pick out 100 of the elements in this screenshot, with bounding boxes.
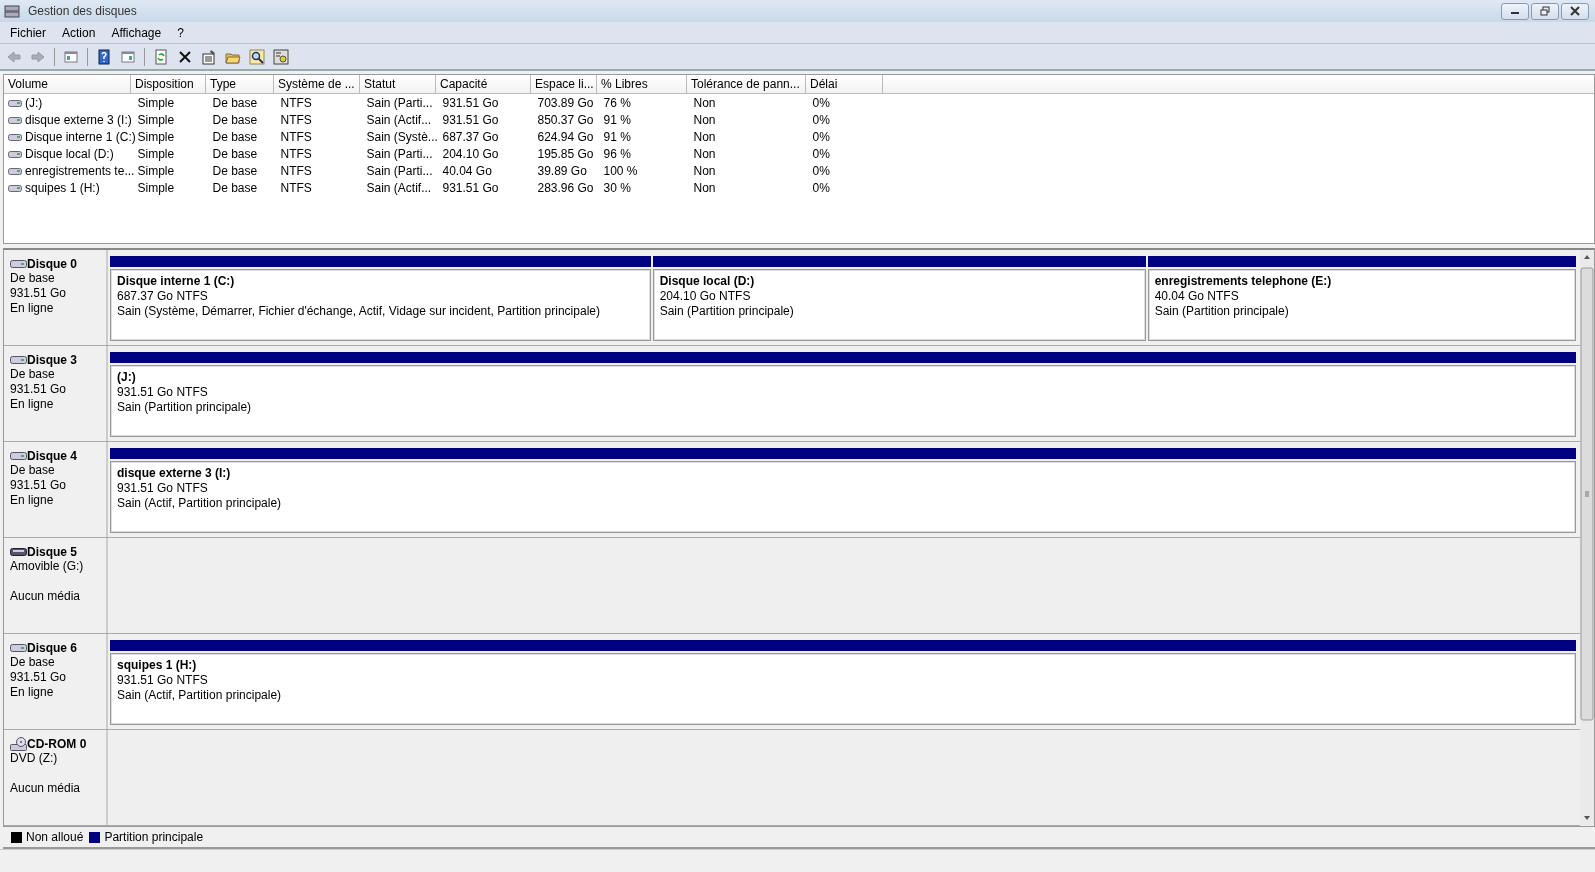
partition-name: (J:) [117,370,137,385]
partition-box[interactable]: Disque local (D:) 204.10 Go NTFS Sain (Partition principale) [652,269,1146,341]
window-title: Gestion des disques [28,4,137,18]
menu-item[interactable]: Action [56,25,102,40]
table-cell: Disque interne 1 (C:) [25,129,136,144]
column-header[interactable]: Type [205,75,274,94]
partition-status: Sain (Actif, Partition principale) [117,496,283,511]
table-cell: De base [212,163,258,178]
refresh-icon [153,48,169,65]
disk-name: Disque 0 [27,257,77,271]
column-header[interactable]: Volume [4,75,131,94]
disk-detail: De base [10,463,56,478]
table-cell: 39.89 Go [537,163,587,178]
table-cell: NTFS [280,180,312,195]
table-cell: Non [693,163,716,178]
drive-icon [8,98,22,109]
minimize-button[interactable] [1501,2,1529,20]
table-cell: 0% [812,146,830,161]
cd-drive-icon [10,737,27,751]
table-cell: Simple [137,180,175,195]
column-header[interactable]: Disposition [130,75,206,94]
disk-management-icon [4,4,20,18]
restore-icon [1540,6,1550,16]
partition-size: 687.37 Go NTFS [117,289,209,304]
partition-size: 931.51 Go NTFS [117,481,209,496]
partition-box[interactable]: squipes 1 (H:) 931.51 Go NTFS Sain (Actif, Partition principale) [110,653,1576,725]
disk-name: Disque 3 [27,353,77,367]
table-cell: Simple [137,129,175,144]
table-cell: 0% [812,95,830,110]
partition-name: Disque interne 1 (C:) [117,274,236,289]
disk-detail: Amovible (G:) [10,559,85,574]
table-cell: Simple [137,112,175,127]
partition-size: 204.10 Go NTFS [659,289,752,304]
table-cell: 703.89 Go [537,95,594,110]
table-cell: NTFS [280,163,312,178]
table-cell: NTFS [280,112,312,127]
partition-name: disque externe 3 (I:) [117,466,232,481]
properties-icon [201,48,217,65]
table-cell: Sain (Actif... [366,180,432,195]
table-cell: 624.94 Go [537,129,594,144]
partition-size: 40.04 Go NTFS [1154,289,1240,304]
disk-detail: 931.51 Go [10,670,68,685]
column-header[interactable]: Statut [359,75,436,94]
table-cell: 195.85 Go [537,146,594,161]
legend-label: Non alloué [26,830,84,844]
table-cell: (J:) [25,95,43,110]
menu-item[interactable]: Fichier [4,25,52,40]
disk-detail: En ligne [10,685,55,700]
partition-box[interactable]: Disque interne 1 (C:) 687.37 Go NTFS Sain (Système, Démarrer, Fichier d'échange, Actif, Vidage sur incident, Partition principale) [110,269,651,341]
table-cell: De base [212,95,258,110]
table-cell: 91 % [603,112,631,127]
magnifier-icon [249,48,265,65]
drive-icon [8,166,22,177]
table-cell: 76 % [603,95,631,110]
close-button[interactable] [1561,2,1589,20]
menu-item[interactable]: ? [171,25,190,40]
disk-detail: De base [10,367,56,382]
table-cell: 96 % [603,146,631,161]
column-header[interactable]: Délai [805,75,883,94]
disk-name: Disque 6 [27,641,77,655]
table-cell: 931.51 Go [442,112,499,127]
partition-size: 931.51 Go NTFS [117,385,209,400]
disk-name: CD-ROM 0 [27,737,87,751]
restore-button[interactable] [1531,2,1559,20]
partition-box[interactable]: (J:) 931.51 Go NTFS Sain (Partition principale) [110,365,1576,437]
column-header[interactable]: Capacité [435,75,531,94]
partition-box[interactable]: enregistrements telephone (E:) 40.04 Go NTFS Sain (Partition principale) [1147,269,1576,341]
table-cell: squipes 1 (H:) [25,180,100,195]
table-cell: Non [693,129,716,144]
table-cell: NTFS [280,146,312,161]
partition-box[interactable]: disque externe 3 (I:) 931.51 Go NTFS Sain (Actif, Partition principale) [110,461,1576,533]
partition-status: Sain (Actif, Partition principale) [117,688,283,703]
column-header[interactable]: Espace li... [530,75,597,94]
table-cell: Sain (Parti... [366,146,433,161]
table-cell: 30 % [603,180,631,195]
table-cell: 850.37 Go [537,112,594,127]
table-cell: 0% [812,129,830,144]
column-header[interactable]: Tolérance de pann... [686,75,806,94]
table-cell: 204.10 Go [442,146,499,161]
menu-item[interactable]: Affichage [105,25,168,40]
forward-arrow-icon [30,48,46,65]
partition-name: Disque local (D:) [659,274,756,289]
table-cell: Non [693,95,716,110]
disk-name: Disque 5 [27,545,77,559]
column-header[interactable]: Système de ... [273,75,360,94]
drive-icon [8,149,22,160]
table-cell: Non [693,112,716,127]
drive-icon [8,183,22,194]
partition-status: Sain (Système, Démarrer, Fichier d'échange, Actif, Vidage sur incident, Partition principale) [117,304,601,319]
table-cell: 931.51 Go [442,180,499,195]
table-cell: De base [212,129,258,144]
delete-icon [177,48,193,65]
table-cell: De base [212,146,258,161]
table-cell: De base [212,180,258,195]
partition-size: 931.51 Go NTFS [117,673,209,688]
table-cell: Non [693,146,716,161]
legend-label: Partition principale [104,830,204,844]
disk-detail: En ligne [10,493,55,508]
table-cell: Disque local (D:) [25,146,114,161]
column-header[interactable]: % Libres [596,75,687,94]
